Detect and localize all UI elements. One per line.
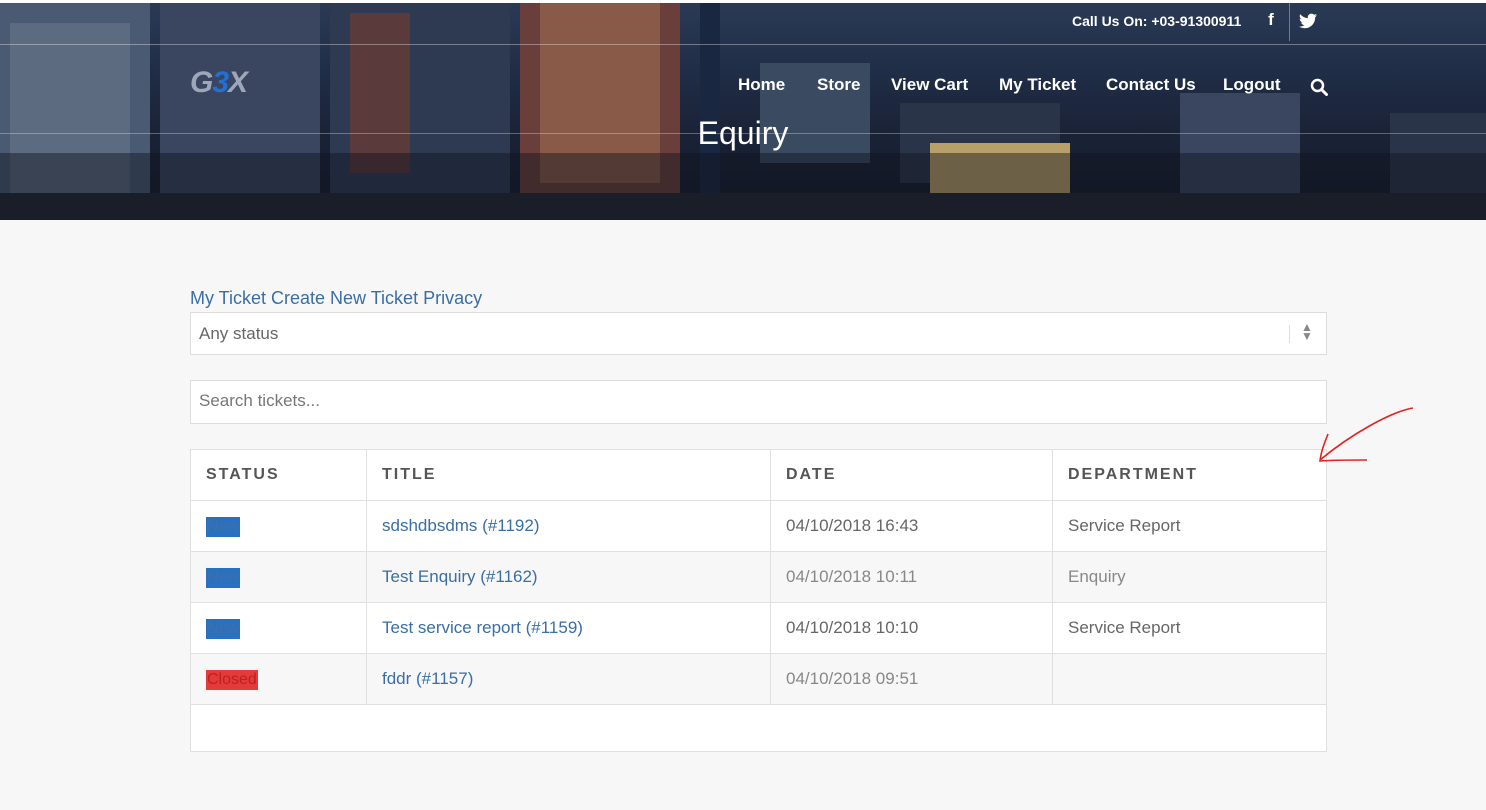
department-cell: Service Report <box>1052 500 1327 552</box>
date-cell: 04/10/2018 10:11 <box>770 551 1053 603</box>
ticket-link[interactable]: sdshdbsdms (#1192) <box>382 516 540 535</box>
search-box <box>190 380 1327 424</box>
sort-arrows-icon: ▲ ▼ <box>1301 320 1313 343</box>
status-badge: New <box>206 618 241 639</box>
nav-view-cart[interactable]: View Cart <box>891 75 968 95</box>
date-cell: 04/10/2018 16:43 <box>770 500 1053 552</box>
column-header-status[interactable]: STATUS <box>190 449 367 501</box>
status-badge: New <box>206 516 241 537</box>
ticket-link[interactable]: Test Enquiry (#1162) <box>382 567 538 586</box>
search-tickets-input[interactable] <box>191 381 1324 421</box>
call-us-text: Call Us On: +03-91300911 <box>1072 13 1242 29</box>
title-cell: Test Enquiry (#1162) <box>366 551 771 603</box>
date-cell: 04/10/2018 09:51 <box>770 653 1053 705</box>
title-cell: sdshdbsdms (#1192) <box>366 500 771 552</box>
nav-logout[interactable]: Logout <box>1223 75 1281 95</box>
status-badge: Closed <box>206 669 258 690</box>
nav-home[interactable]: Home <box>738 75 785 95</box>
table-header-row: STATUS TITLE DATE DEPARTMENT <box>190 449 1327 501</box>
department-cell: Enquiry <box>1052 551 1327 603</box>
table-row[interactable]: New Test Enquiry (#1162) 04/10/2018 10:1… <box>190 551 1327 603</box>
nav-store[interactable]: Store <box>817 75 860 95</box>
select-divider <box>1289 325 1290 343</box>
logo-letter: G <box>190 66 213 99</box>
site-logo[interactable]: G3X <box>190 66 248 100</box>
privacy-link[interactable]: Privacy <box>423 288 482 308</box>
table-row[interactable]: New Test service report (#1159) 04/10/20… <box>190 602 1327 654</box>
empty-cell <box>190 704 1327 752</box>
department-cell <box>1052 653 1327 705</box>
department-cell: Service Report <box>1052 602 1327 654</box>
top-border <box>0 0 1486 3</box>
nav-contact-us[interactable]: Contact Us <box>1106 75 1196 95</box>
status-filter-select[interactable]: Any status ▲ ▼ <box>190 312 1327 355</box>
column-header-department[interactable]: DEPARTMENT <box>1052 449 1327 501</box>
status-cell: New <box>190 551 367 603</box>
logo-letter: 3 <box>212 66 229 99</box>
nav-my-ticket[interactable]: My Ticket <box>999 75 1076 95</box>
ticket-link[interactable]: Test service report (#1159) <box>382 618 583 637</box>
hero-banner <box>0 3 1486 220</box>
twitter-icon[interactable] <box>1298 10 1318 32</box>
status-cell: Closed <box>190 653 367 705</box>
social-divider <box>1289 3 1290 41</box>
page-title: Equiry <box>697 115 789 151</box>
status-cell: New <box>190 500 367 552</box>
search-icon[interactable] <box>1310 78 1328 96</box>
column-header-date[interactable]: DATE <box>770 449 1053 501</box>
ticket-link[interactable]: fddr (#1157) <box>382 669 473 688</box>
ticket-links: My Ticket Create New Ticket Privacy <box>190 288 487 309</box>
logo-letter: X <box>228 66 248 99</box>
red-annotation-arrow-icon <box>1319 407 1414 462</box>
column-header-title[interactable]: TITLE <box>366 449 771 501</box>
status-filter-value: Any status <box>199 324 279 343</box>
title-cell: fddr (#1157) <box>366 653 771 705</box>
my-ticket-link[interactable]: My Ticket <box>190 288 266 308</box>
status-badge: New <box>206 567 241 588</box>
table-empty-row <box>190 704 1327 752</box>
topbar-divider <box>0 44 1486 45</box>
create-new-ticket-link[interactable]: Create New Ticket <box>271 288 418 308</box>
date-cell: 04/10/2018 10:10 <box>770 602 1053 654</box>
title-cell: Test service report (#1159) <box>366 602 771 654</box>
status-cell: New <box>190 602 367 654</box>
tickets-table: STATUS TITLE DATE DEPARTMENT New sdshdbs… <box>190 449 1327 752</box>
facebook-icon[interactable]: f <box>1261 10 1281 32</box>
table-row[interactable]: Closed fddr (#1157) 04/10/2018 09:51 <box>190 653 1327 705</box>
table-row[interactable]: New sdshdbsdms (#1192) 04/10/2018 16:43 … <box>190 500 1327 552</box>
city-skyline-image <box>0 3 1486 220</box>
